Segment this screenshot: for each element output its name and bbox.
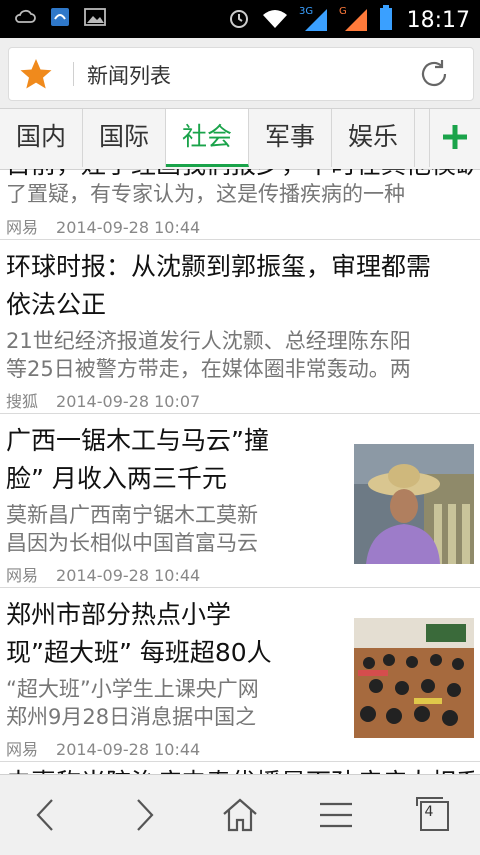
signal-3g-icon: 3G <box>299 4 329 36</box>
battery-icon <box>379 5 393 35</box>
bookmark-star-icon[interactable] <box>19 57 53 95</box>
alarm-icon <box>227 6 251 34</box>
article-list: 目前，娃手经画我们报步，不时在其他模缺到 了置疑，有专家认为，这是传播疾病的一种… <box>0 169 480 774</box>
tab-entertainment[interactable]: 娱乐 <box>332 109 415 167</box>
plus-icon <box>443 125 467 149</box>
article-title-line2: 脸” 月收入两三千元 <box>6 464 227 493</box>
wifi-icon <box>261 7 289 33</box>
article-title-line1: 环球时报：从沈颢到郭振玺，审理都需 <box>6 252 432 281</box>
article-meta: 网易 2014-09-28 10:44 <box>6 214 200 238</box>
address-bar: 新闻列表 <box>0 38 480 108</box>
article-summary-line1: “超大班”小学生上课央广网 <box>6 677 259 701</box>
separator <box>73 62 74 86</box>
bottom-toolbar <box>0 774 480 855</box>
article-thumbnail[interactable] <box>354 444 474 564</box>
home-icon <box>223 798 257 832</box>
article-date: 2014-09-28 10:07 <box>56 392 201 411</box>
article-source: 网易 <box>6 566 39 585</box>
article-date: 2014-09-28 10:44 <box>56 740 201 759</box>
article-title: 夫妻称当院治病申奏优播是面孙病病大相系 <box>6 764 474 774</box>
back-button[interactable] <box>0 775 96 855</box>
article-date: 2014-09-28 10:44 <box>56 566 201 585</box>
list-item[interactable]: 目前，娃手经画我们报步，不时在其他模缺到 了置疑，有专家认为，这是传播疾病的一种… <box>0 169 480 240</box>
article-date: 2014-09-28 10:44 <box>56 218 201 237</box>
page-title: 新闻列表 <box>87 64 171 88</box>
article-summary-line2: 郑州9月28日消息据中国之 <box>6 705 257 729</box>
article-source: 搜狐 <box>6 392 39 411</box>
article-summary: 了置疑，有专家认为，这是传播疾病的一种 <box>6 182 405 206</box>
svg-text:3G: 3G <box>299 6 313 17</box>
home-button[interactable] <box>192 775 288 855</box>
address-box[interactable]: 新闻列表 <box>8 47 474 101</box>
tab-society[interactable]: 社会 <box>166 109 249 167</box>
add-tab-button[interactable] <box>429 109 480 167</box>
app-notification-icon <box>50 7 70 31</box>
svg-text:G: G <box>339 6 347 17</box>
list-item[interactable]: 广西一锯木工与马云”撞 脸” 月收入两三千元 莫新昌广西南宁锯木工莫新 昌因为长… <box>0 414 480 588</box>
article-summary-line1: 莫新昌广西南宁锯木工莫新 <box>6 503 258 527</box>
tab-count: 4 <box>424 804 434 820</box>
article-title-line1: 郑州市部分热点小学 <box>6 600 232 629</box>
article-title-line1: 广西一锯木工与马云”撞 <box>6 426 269 455</box>
image-icon <box>84 7 106 31</box>
cloud-icon <box>14 7 36 31</box>
menu-icon <box>320 802 352 828</box>
article-meta: 网易 2014-09-28 10:44 <box>6 562 200 586</box>
article-summary-line2: 等25日被警方带走，在媒体圈非常轰动。两 <box>6 357 411 381</box>
forward-button[interactable] <box>96 775 192 855</box>
clock: 18:17 <box>406 7 470 33</box>
chevron-right-icon <box>137 799 154 831</box>
article-summary-line1: 21世纪经济报道发行人沈颢、总经理陈东阳 <box>6 329 411 353</box>
tab-international[interactable]: 国际 <box>83 109 166 167</box>
article-title-line2: 现”超大班” 每班超80人 <box>6 638 272 667</box>
list-item[interactable]: 环球时报：从沈颢到郭振玺，审理都需 依法公正 21世纪经济报道发行人沈颢、总经理… <box>0 240 480 414</box>
article-meta: 网易 2014-09-28 10:44 <box>6 736 200 760</box>
refresh-icon[interactable] <box>417 57 451 95</box>
chevron-left-icon <box>36 799 53 831</box>
article-title-line2: 依法公正 <box>6 290 107 319</box>
menu-button[interactable] <box>288 775 384 855</box>
article-source: 网易 <box>6 740 39 759</box>
list-item[interactable]: 夫妻称当院治病申奏优播是面孙病病大相系 <box>0 762 480 774</box>
article-thumbnail[interactable] <box>354 618 474 738</box>
article-meta: 搜狐 2014-09-28 10:07 <box>6 388 200 412</box>
article-summary-line2: 昌因为长相似中国首富马云 <box>6 531 258 555</box>
category-tabs: 国内 国际 社会 军事 娱乐 <box>0 108 480 170</box>
status-bar: 3G G 18:17 <box>0 0 480 38</box>
signal-g-icon: G <box>339 4 369 36</box>
tab-military[interactable]: 军事 <box>249 109 332 167</box>
tab-domestic[interactable]: 国内 <box>0 109 83 167</box>
article-source: 网易 <box>6 218 39 237</box>
list-item[interactable]: 郑州市部分热点小学 现”超大班” 每班超80人 “超大班”小学生上课央广网 郑州… <box>0 588 480 762</box>
